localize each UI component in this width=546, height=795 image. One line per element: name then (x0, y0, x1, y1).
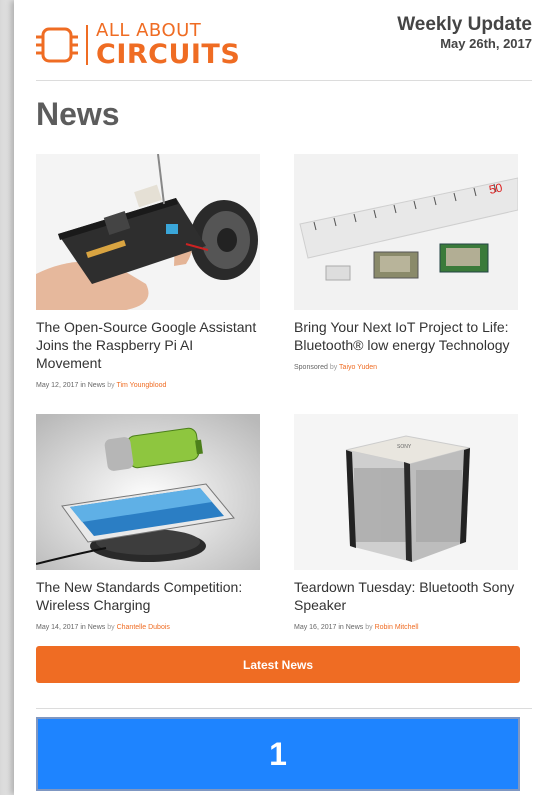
article-title[interactable]: The Open-Source Google Assistant Joins t… (36, 318, 258, 372)
highlight-number: 1 (269, 735, 287, 772)
article-by: by (107, 624, 115, 631)
article-card[interactable]: The Open-Source Google Assistant Joins t… (36, 154, 260, 389)
article-title[interactable]: Teardown Tuesday: Bluetooth Sony Speaker (294, 578, 516, 614)
highlight-box[interactable]: 1 (36, 717, 520, 791)
logo[interactable]: ALL ABOUT CIRCUITS (36, 22, 240, 68)
header: ALL ABOUT CIRCUITS Weekly Update May 26t… (36, 14, 532, 78)
article-card[interactable]: 50 Bring Your Next IoT Project to Life: … (294, 154, 518, 371)
logo-divider (86, 25, 88, 65)
article-author[interactable]: Robin Mitchell (375, 624, 419, 631)
article-title[interactable]: Bring Your Next IoT Project to Life: Blu… (294, 318, 516, 354)
logo-text: ALL ABOUT CIRCUITS (96, 20, 241, 70)
wireless-charging-phone-photo (36, 414, 260, 570)
article-meta: May 14, 2017 in News by Chantelle Dubois (36, 624, 260, 631)
article-date: May 12, 2017 in News (36, 382, 106, 389)
article-author[interactable]: Taiyo Yuden (339, 364, 377, 371)
article-title[interactable]: The New Standards Competition: Wireless … (36, 578, 258, 614)
article-author[interactable]: Tim Youngblood (116, 382, 166, 389)
weekly-update: Weekly Update May 26th, 2017 (397, 14, 532, 51)
chip-logo-icon (36, 27, 78, 63)
article-by: by (365, 624, 373, 631)
article-date: May 14, 2017 in News (36, 624, 106, 631)
article-date: Sponsored (294, 364, 328, 371)
logo-top-text: ALL ABOUT (96, 20, 202, 41)
weekly-date: May 26th, 2017 (440, 36, 532, 51)
article-author[interactable]: Chantelle Dubois (117, 624, 170, 631)
divider (36, 80, 532, 81)
divider (36, 708, 532, 709)
article-image[interactable]: SONY (294, 414, 518, 570)
article-meta: May 16, 2017 in News by Robin Mitchell (294, 624, 518, 631)
article-meta: Sponsored by Taiyo Yuden (294, 364, 518, 371)
article-date: May 16, 2017 in News (294, 624, 364, 631)
circuit-board-speaker-photo (36, 154, 260, 310)
article-card[interactable]: The New Standards Competition: Wireless … (36, 414, 260, 631)
weekly-title: Weekly Update (397, 14, 532, 35)
section-title: News (36, 96, 120, 132)
svg-text:SONY: SONY (397, 444, 412, 450)
article-image[interactable] (36, 154, 260, 310)
sony-speaker-photo: SONY (294, 414, 518, 570)
latest-news-button[interactable]: Latest News (36, 646, 520, 683)
logo-bottom-text: CIRCUITS (96, 39, 241, 70)
ruler-bluetooth-modules-photo: 50 (294, 154, 518, 310)
article-image[interactable]: 50 (294, 154, 518, 310)
article-by: by (329, 364, 338, 371)
article-card[interactable]: SONY Teardown Tuesday: Bluetooth Sony Sp… (294, 414, 518, 631)
article-image[interactable] (36, 414, 260, 570)
article-meta: May 12, 2017 in News by Tim Youngblood (36, 382, 260, 389)
article-by: by (107, 382, 115, 389)
